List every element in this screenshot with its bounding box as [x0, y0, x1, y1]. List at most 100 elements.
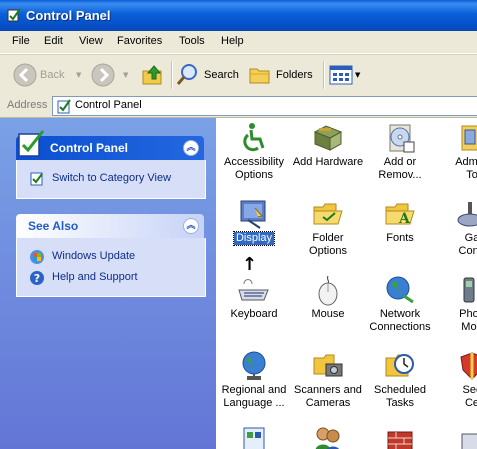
pointer-arrow-icon: ↑	[242, 254, 258, 275]
menu-file[interactable]: File	[12, 35, 30, 47]
menu-view[interactable]: View	[79, 35, 103, 47]
item-label: Ga Contr	[458, 232, 477, 257]
add-remove-programs-item[interactable]: Add or Remov...	[364, 122, 436, 182]
forward-button[interactable]	[90, 60, 118, 90]
keyboard-item[interactable]: Keyboard	[218, 274, 290, 321]
mouse-item[interactable]: Mouse	[292, 274, 364, 321]
see-also-box-header[interactable]: See Also ︽	[16, 214, 204, 238]
partial-item-4[interactable]	[436, 424, 477, 449]
fonts-icon: A	[385, 203, 415, 227]
item-label: Folder Options	[309, 232, 347, 257]
game-controllers-item[interactable]: Ga Contr	[436, 198, 477, 258]
menu-edit[interactable]: Edit	[44, 35, 63, 47]
switch-category-view-link[interactable]: Switch to Category View	[52, 172, 171, 184]
task-pane: Control Panel ︽ Switch to Category View …	[0, 118, 216, 449]
scheduled-tasks-item[interactable]: Scheduled Tasks	[364, 350, 436, 410]
accessibility-options-item[interactable]: Accessibility Options	[218, 122, 290, 182]
item-label: Phon Mod	[459, 308, 477, 333]
item-label: Admini To	[455, 156, 477, 181]
control-panel-box: Switch to Category View	[16, 160, 206, 199]
security-center-item[interactable]: Sec Ce	[436, 350, 477, 410]
windows-update-link[interactable]: Windows Update	[52, 250, 135, 262]
display-item[interactable]: Display	[218, 198, 290, 246]
help-and-support-link[interactable]: Help and Support	[52, 271, 138, 283]
folders-button[interactable]: Folders	[248, 60, 316, 90]
control-panel-icon	[57, 99, 71, 114]
collapse-chevron-icon[interactable]: ︽	[183, 140, 199, 156]
firewall-icon	[387, 431, 413, 449]
user-accounts-icon	[315, 427, 340, 449]
administrative-tools-icon	[461, 125, 477, 151]
back-dropdown-icon[interactable]: ▼	[76, 71, 81, 79]
item-label: Scanners and Cameras	[294, 384, 362, 409]
collapse-chevron-icon[interactable]: ︽	[183, 218, 199, 234]
control-panel-box-title: Control Panel	[50, 141, 129, 155]
address-value: Control Panel	[75, 99, 142, 111]
item-label: Sec Ce	[462, 384, 477, 409]
icon-view: Accessibility Options Add Hardware Add o…	[216, 118, 477, 449]
sounds-icon	[243, 427, 265, 449]
switch-view-icon	[30, 172, 43, 186]
control-panel-icon	[7, 8, 21, 22]
title-bar: Control Panel	[0, 0, 477, 31]
toolbar: Back ▼ ▼ Search Folders ▼	[0, 54, 477, 96]
scanners-cameras-icon	[313, 354, 343, 377]
add-remove-programs-icon	[389, 124, 415, 153]
partial-item-3[interactable]	[364, 424, 436, 449]
scheduled-tasks-icon	[385, 354, 414, 377]
control-panel-box-header[interactable]: Control Panel ︽	[16, 130, 204, 160]
menu-tools[interactable]: Tools	[179, 35, 205, 47]
see-also-box: Windows Update ? Help and Support	[16, 238, 206, 297]
see-also-title: See Also	[28, 219, 79, 233]
security-center-icon	[460, 352, 477, 380]
add-hardware-item[interactable]: Add Hardware	[292, 122, 364, 169]
scanners-cameras-item[interactable]: Scanners and Cameras	[292, 350, 364, 410]
toolbar-separator	[323, 61, 325, 89]
item-label: Regional and Language ...	[221, 384, 287, 409]
forward-dropdown-icon[interactable]: ▼	[123, 71, 128, 79]
menu-favorites[interactable]: Favorites	[117, 35, 162, 47]
folders-icon	[249, 68, 270, 84]
accessibility-icon	[243, 123, 265, 152]
item-label: Network Connections	[369, 308, 431, 333]
item-label: Fonts	[386, 232, 414, 244]
item-label: Add Hardware	[292, 156, 364, 168]
phone-modem-item[interactable]: Phon Mod	[436, 274, 477, 334]
search-icon	[176, 64, 197, 85]
views-dropdown-icon: ▼	[355, 71, 361, 79]
up-folder-icon	[142, 65, 162, 85]
folder-options-icon	[313, 203, 343, 225]
back-button[interactable]: Back	[10, 60, 72, 90]
partial-item-2[interactable]	[292, 424, 364, 449]
up-folder-button[interactable]	[139, 60, 167, 90]
network-connections-icon	[386, 276, 414, 304]
search-button[interactable]: Search	[176, 60, 242, 90]
svg-text:?: ?	[34, 272, 40, 285]
window-title: Control Panel	[26, 8, 111, 23]
views-button[interactable]: ▼	[329, 60, 363, 90]
partial-item-1[interactable]	[218, 424, 290, 449]
folder-options-item[interactable]: Folder Options	[292, 198, 364, 258]
system-icon	[461, 433, 477, 449]
regional-language-item[interactable]: Regional and Language ...	[218, 350, 290, 410]
forward-arrow-icon	[91, 63, 115, 87]
game-controllers-icon	[457, 202, 477, 227]
control-panel-icon	[18, 130, 45, 157]
keyboard-icon	[238, 279, 269, 301]
address-bar: Address Control Panel	[0, 95, 477, 118]
fonts-item[interactable]: A Fonts	[364, 198, 436, 245]
menu-help[interactable]: Help	[221, 35, 244, 47]
windows-update-icon	[30, 250, 44, 264]
menu-bar: File Edit View Favorites Tools Help	[0, 31, 477, 54]
display-icon	[240, 200, 266, 229]
network-connections-item[interactable]: Network Connections	[364, 274, 436, 334]
item-label: Add or Remov...	[378, 156, 422, 181]
views-icon	[329, 65, 353, 85]
help-icon: ?	[30, 271, 44, 285]
address-input[interactable]: Control Panel	[52, 96, 477, 116]
item-label: Mouse	[311, 308, 345, 320]
administrative-tools-item[interactable]: Admini To	[436, 122, 477, 182]
add-hardware-icon	[313, 125, 343, 151]
mouse-icon	[318, 275, 338, 306]
toolbar-separator	[171, 61, 173, 89]
